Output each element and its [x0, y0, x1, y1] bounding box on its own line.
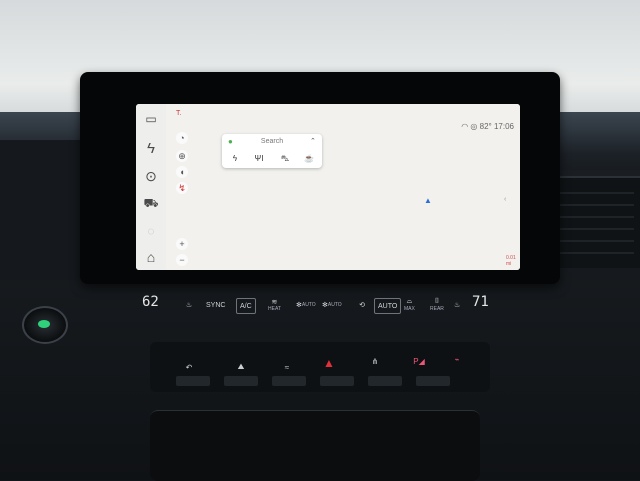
climate-strip: 62 ♨ SYNC A/C ≋ HEAT ✻ AUTO ✻ AUTO ⟲ AUTO ⌓… [136, 292, 506, 322]
status-bar: ◠ ◎ 82° 17:06 [461, 122, 514, 131]
coffee-icon[interactable]: ☕ [302, 154, 316, 164]
chevron-up-icon[interactable]: ⌃ [310, 137, 316, 145]
switch-key[interactable] [224, 376, 258, 386]
traction-control-icon[interactable]: ≈ [274, 358, 300, 376]
clock: 17:06 [493, 122, 514, 131]
recenter-icon[interactable]: ⊕ [176, 150, 188, 162]
switch-key[interactable] [416, 376, 450, 386]
park-assist-icon[interactable]: P◢ [406, 352, 432, 370]
zoom-out-button[interactable]: − [176, 254, 188, 266]
charging-station-icon[interactable]: ϟ [228, 154, 242, 164]
voice-pin-icon: ● [228, 137, 233, 146]
lane-assist-icon[interactable]: ↶ [176, 358, 202, 376]
ac-button[interactable]: A/C [236, 298, 256, 314]
search-card[interactable]: ● Search ⌃ ϟ ΨΙ ⛍ ☕ [222, 134, 322, 168]
location-icon: ◎ [470, 122, 478, 131]
seat-heat-icon[interactable]: ♨ [180, 298, 198, 312]
passenger-temperature[interactable]: 71 [472, 294, 489, 310]
recirculation-icon[interactable]: ⟲ [352, 298, 372, 312]
rear-defrost-button[interactable]: ⌷ REAR [430, 298, 444, 312]
camera-view-icon[interactable]: ⌁ [444, 350, 470, 368]
storage-tray [150, 410, 480, 481]
restaurant-icon[interactable]: ΨΙ [252, 154, 266, 164]
vehicle-position-icon: ▲ [424, 196, 432, 205]
parking-sensor-icon[interactable]: ⋔ [362, 352, 388, 370]
left-air-vent [0, 140, 80, 280]
switch-key[interactable] [176, 376, 210, 386]
fan-auto-button[interactable]: ✻ AUTO [296, 298, 316, 312]
app-sidebar: ▭ ϟ ⊙ ⛟ ◌ ⌂ [136, 104, 167, 270]
vehicle-icon[interactable]: ⛟ [142, 195, 160, 213]
switch-key[interactable] [368, 376, 402, 386]
engine-start-button[interactable] [22, 306, 68, 344]
defrost-icon: ⌓ [406, 298, 413, 305]
volume-icon[interactable]: ◖ [176, 166, 188, 178]
right-air-vent [553, 176, 640, 268]
outside-temperature: 82° [479, 122, 492, 131]
media-icon[interactable]: ◌ [142, 222, 160, 240]
heat-icon: ≋ [271, 299, 278, 306]
microphone-icon[interactable]: ◔ [176, 132, 188, 144]
fan-auto-up-button[interactable]: ✻ AUTO [322, 298, 342, 312]
terrain-mode-icon[interactable]: ⛰ [228, 358, 254, 376]
switch-key[interactable] [272, 376, 306, 386]
map-scale: 0.01 mi [506, 255, 516, 267]
navigation-map[interactable]: T. ◠ ◎ 82° 17:06 ◔ ⊕ ◖ ↯ + − ● Search ⌃ … [166, 104, 520, 270]
switch-key[interactable] [320, 376, 354, 386]
heat-button[interactable]: ≋ HEAT [268, 298, 281, 312]
climate-auto-button[interactable]: AUTO [374, 298, 402, 314]
passenger-seat-icon[interactable]: ♨ [454, 298, 460, 312]
home-icon[interactable]: ⌂ [142, 248, 160, 266]
chevron-left-icon[interactable]: ‹ [504, 196, 506, 203]
route-icon[interactable]: ↯ [176, 182, 188, 194]
rear-defrost-icon: ⌷ [434, 298, 440, 305]
hazard-icon[interactable]: ▲ [316, 354, 342, 372]
charging-icon[interactable]: ϟ [142, 139, 160, 157]
app-label: T. [176, 110, 182, 117]
camera-icon[interactable]: ▭ [142, 110, 160, 128]
search-input[interactable]: Search [242, 138, 302, 145]
sync-button[interactable]: SYNC [206, 298, 225, 312]
lower-switch-panel: ↶ ⛰ ≈ ▲ ⋔ P◢ ⌁ [150, 342, 490, 392]
wifi-icon: ◠ [461, 122, 469, 131]
navigation-pin-icon[interactable]: ⊙ [142, 167, 160, 185]
shopping-icon[interactable]: ⛍ [278, 154, 292, 164]
zoom-in-button[interactable]: + [176, 238, 188, 250]
driver-temperature[interactable]: 62 [142, 294, 159, 310]
infotainment-screen: ▭ ϟ ⊙ ⛟ ◌ ⌂ T. ◠ ◎ 82° 17:06 ◔ ⊕ ◖ ↯ + −… [136, 104, 520, 270]
max-defrost-button[interactable]: ⌓ MAX [404, 298, 415, 312]
